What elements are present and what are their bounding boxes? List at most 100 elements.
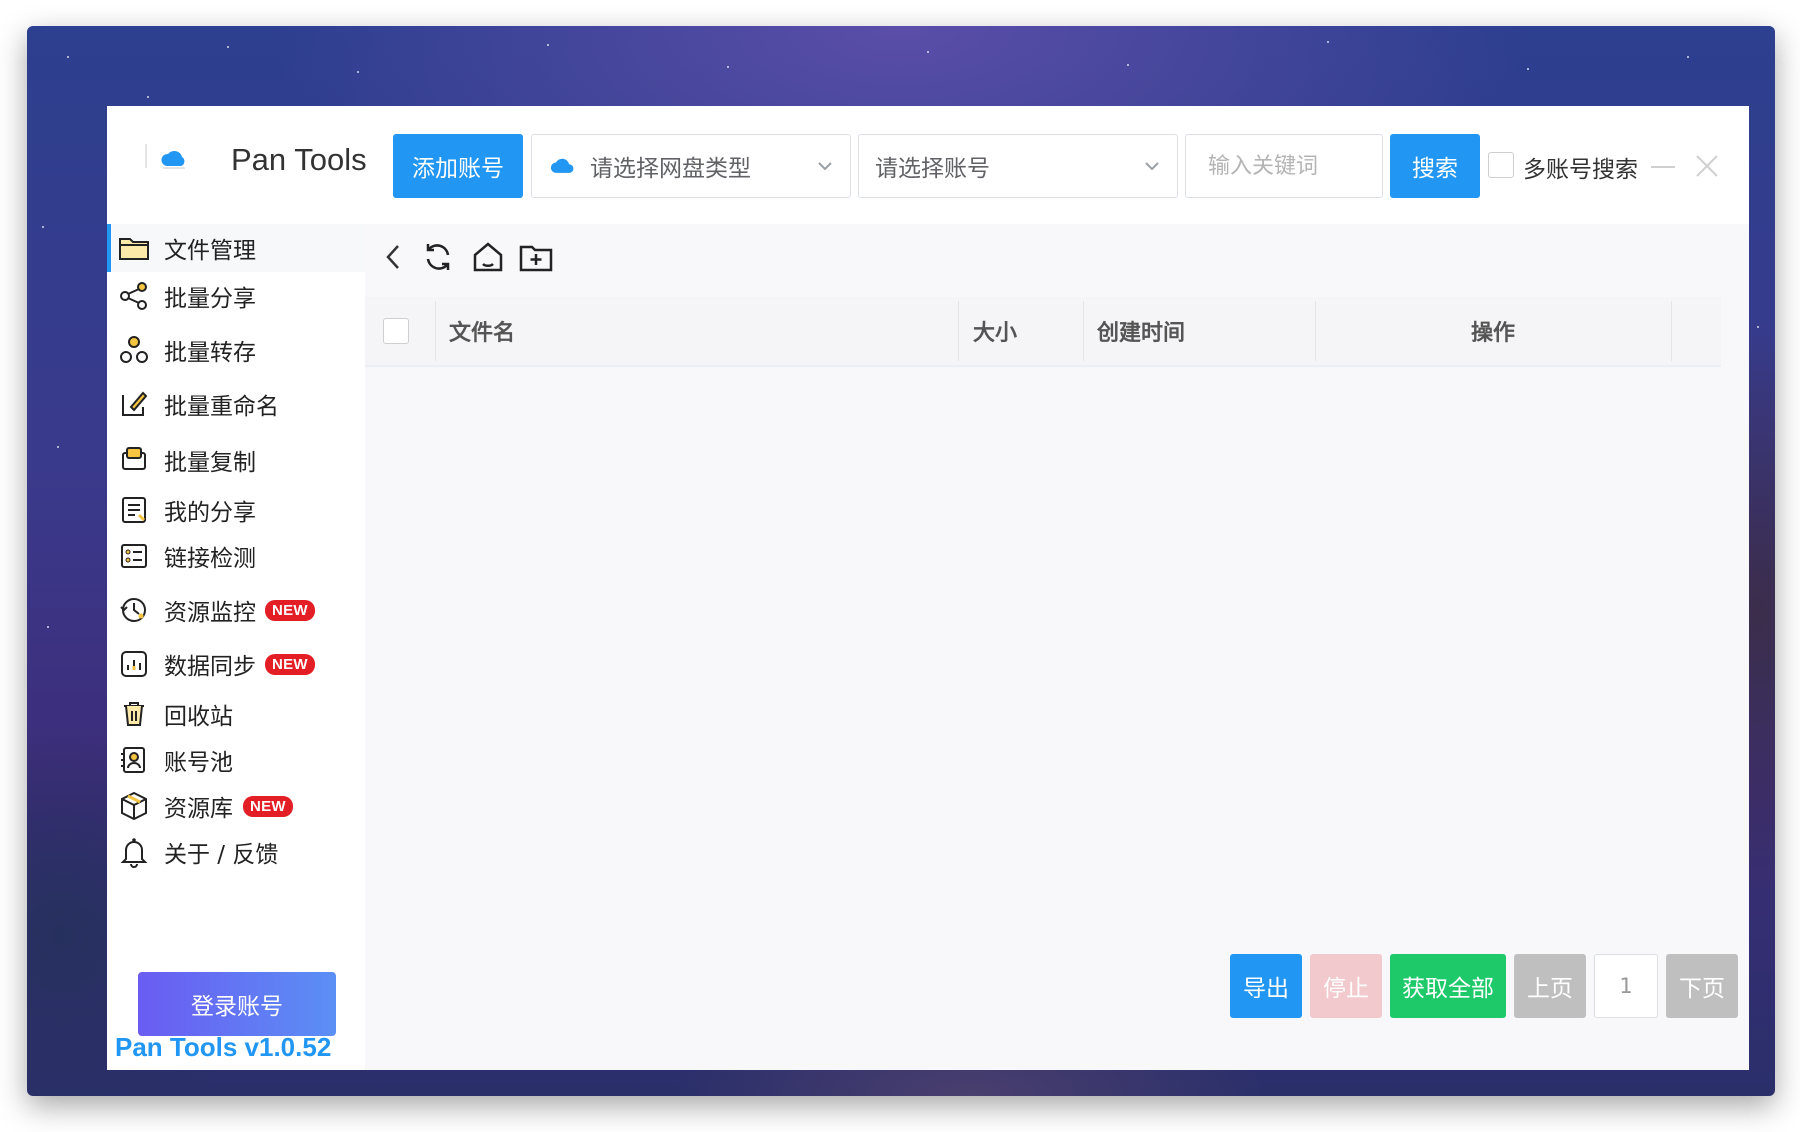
sync-chart-icon [121,651,147,677]
chevron-down-icon [818,162,832,171]
keyword-input[interactable] [1185,134,1383,198]
sidebar: 文件管理 批量分享 批量转存 批量重命名 批量复制 我的分享 链接检测 资源监控… [107,224,365,1070]
column-header-created[interactable]: 创建时间 [1097,297,1185,365]
star [1757,326,1759,328]
new-badge: NEW [265,599,315,621]
refresh-icon[interactable] [419,238,457,276]
new-badge: NEW [243,795,293,817]
sidebar-item-resource-monitor[interactable]: 资源监控 NEW [107,586,365,634]
app-version: Pan Tools v1.0.52 [115,1032,332,1062]
new-badge: NEW [265,653,315,675]
column-divider [435,301,436,361]
monitor-icon [120,598,146,622]
export-button[interactable]: 导出 [1230,954,1302,1018]
cloud-logo-icon [161,150,185,169]
sidebar-item-label: 批量转存 [164,340,256,366]
app-window: Pan Tools 添加账号 请选择网盘类型 请选择账号 搜索 多账号搜索 [107,106,1749,1070]
column-header-filename[interactable]: 文件名 [449,297,515,365]
close-icon[interactable] [1691,150,1723,182]
star [927,51,929,53]
table-body [365,367,1721,947]
folder-icon [119,238,149,260]
sidebar-item-recycle-bin[interactable]: 回收站 [107,690,365,738]
file-manager-panel: 文件名 大小 创建时间 操作 [365,224,1749,1070]
column-divider [1671,301,1672,361]
sidebar-item-data-sync[interactable]: 数据同步 NEW [107,640,365,688]
bell-icon [120,838,148,868]
account-pool-icon [121,747,145,773]
star [42,226,44,228]
sidebar-item-batch-share[interactable]: 批量分享 [107,272,365,320]
sidebar-item-label: 批量复制 [164,450,256,476]
star [227,46,229,48]
star [1127,64,1129,66]
account-placeholder: 请选择账号 [875,156,990,182]
star [1687,56,1689,58]
star [57,446,59,448]
login-account-button[interactable]: 登录账号 [138,972,336,1036]
back-icon[interactable] [375,238,413,276]
select-all-checkbox[interactable] [383,318,409,344]
star [357,71,359,73]
star [547,44,549,46]
my-share-icon [122,497,146,523]
rename-icon [122,391,148,416]
disk-type-placeholder: 请选择网盘类型 [590,156,751,182]
resource-box-icon [121,791,147,821]
sidebar-item-label: 账号池 [164,750,233,776]
column-divider [1083,301,1084,361]
sidebar-item-label: 数据同步 [164,654,256,680]
desktop-background: Pan Tools 添加账号 请选择网盘类型 请选择账号 搜索 多账号搜索 [27,26,1775,1096]
link-check-icon [121,544,147,568]
chevron-down-icon [1145,162,1159,171]
star [1527,68,1529,70]
disk-type-select[interactable]: 请选择网盘类型 [531,134,851,198]
star [1327,41,1329,43]
sidebar-item-batch-copy[interactable]: 批量复制 [107,436,365,484]
sidebar-item-batch-transfer[interactable]: 批量转存 [107,326,365,374]
copy-icon [122,447,146,470]
page-number-input[interactable]: 1 [1594,954,1658,1018]
new-folder-icon[interactable] [517,238,555,276]
sidebar-item-label: 链接检测 [164,546,256,572]
multi-account-checkbox[interactable] [1488,152,1514,178]
sidebar-item-file-manager[interactable]: 文件管理 [107,224,365,272]
sidebar-item-label: 批量重命名 [164,394,279,420]
multi-account-label: 多账号搜索 [1523,157,1638,183]
sidebar-item-batch-rename[interactable]: 批量重命名 [107,380,365,428]
star [67,56,69,58]
column-header-size[interactable]: 大小 [973,297,1017,365]
sidebar-item-label: 我的分享 [164,500,256,526]
sidebar-item-label: 关于 / 反馈 [164,842,279,868]
cloud-icon [550,158,574,173]
prev-page-button[interactable]: 上页 [1514,954,1586,1018]
share-icon [120,282,147,310]
sidebar-item-label: 回收站 [164,704,233,730]
sidebar-item-about-feedback[interactable]: 关于 / 反馈 [107,828,365,876]
transfer-icon [120,336,148,363]
star [727,66,729,68]
sidebar-item-label: 资源监控 [164,600,256,626]
home-icon[interactable] [469,238,507,276]
sidebar-item-label: 资源库 [164,796,233,822]
column-header-actions: 操作 [1470,321,1515,346]
sidebar-item-label: 文件管理 [164,238,256,264]
add-account-button[interactable]: 添加账号 [393,134,523,198]
sidebar-item-account-pool[interactable]: 账号池 [107,736,365,784]
stop-button[interactable]: 停止 [1310,954,1382,1018]
account-select[interactable]: 请选择账号 [858,134,1178,198]
sidebar-item-link-check[interactable]: 链接检测 [107,532,365,580]
star [147,96,149,98]
sidebar-item-resource-library[interactable]: 资源库 NEW [107,782,365,830]
table-header: 文件名 大小 创建时间 操作 [365,297,1721,367]
search-button[interactable]: 搜索 [1390,134,1480,198]
next-page-button[interactable]: 下页 [1666,954,1738,1018]
star [47,626,49,628]
sidebar-item-label: 批量分享 [164,286,256,312]
column-divider [958,301,959,361]
logo-divider [145,144,147,168]
app-title: Pan Tools [231,142,367,177]
minimize-button[interactable] [1651,166,1675,168]
fetch-all-button[interactable]: 获取全部 [1390,954,1506,1018]
sidebar-item-my-share[interactable]: 我的分享 [107,486,365,534]
